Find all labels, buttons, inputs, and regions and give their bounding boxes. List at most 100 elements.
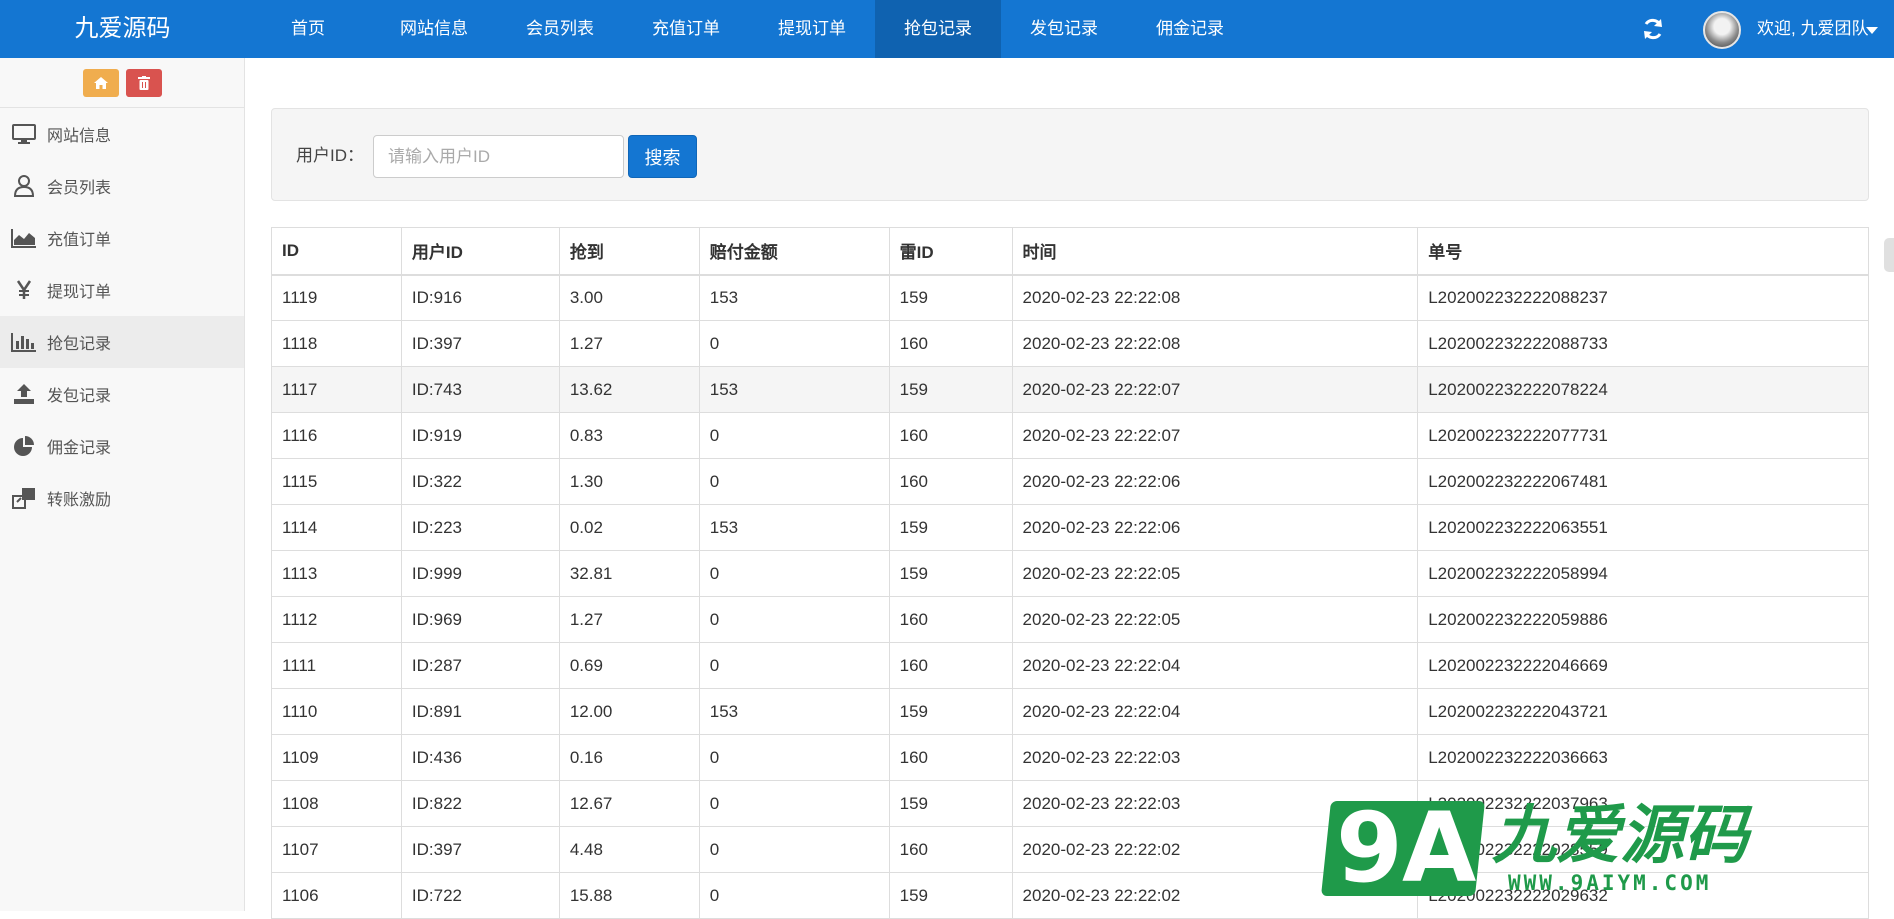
sidebar-item-label: 抢包记录 xyxy=(47,336,112,353)
cell-time: 2020-02-23 22:22:04 xyxy=(1011,642,1419,689)
cell-id: 1106 xyxy=(271,872,402,919)
cell-mine-id: 159 xyxy=(888,274,1013,321)
cell-compensation: 0 xyxy=(698,826,890,873)
cell-compensation: 153 xyxy=(698,366,890,413)
cell-time: 2020-02-23 22:22:07 xyxy=(1011,366,1419,413)
sidebar-item-members[interactable]: 会员列表 xyxy=(0,160,244,212)
sidebar-item-send-records[interactable]: 发包记录 xyxy=(0,368,244,420)
table-row: 1110 ID:891 12.00 153 159 2020-02-23 22:22:04… xyxy=(271,688,1869,735)
cell-mine-id: 159 xyxy=(888,780,1013,827)
cell-grabbed: 3.00 xyxy=(558,274,700,321)
cell-order-no: L202002232222063551 xyxy=(1417,504,1869,551)
cell-user-id: ID:743 xyxy=(400,366,560,413)
cell-id: 1112 xyxy=(271,596,402,643)
user-icon xyxy=(10,174,38,198)
cell-time: 2020-02-23 22:22:03 xyxy=(1011,734,1419,781)
sidebar-item-commission-records[interactable]: 佣金记录 xyxy=(0,420,244,472)
bar-chart-icon xyxy=(10,330,38,354)
cell-order-no: L202002232222067481 xyxy=(1417,458,1869,505)
user-id-search-input[interactable] xyxy=(373,135,624,178)
cell-compensation: 0 xyxy=(698,320,890,367)
monitor-icon xyxy=(10,122,38,146)
watermark-url: WWW.9AIYM.COM xyxy=(1508,871,1712,895)
cell-user-id: ID:891 xyxy=(400,688,560,735)
table-row: 1109 ID:436 0.16 0 160 2020-02-23 22:22:03 L20… xyxy=(271,734,1869,781)
nav-item-send-records[interactable]: 发包记录 xyxy=(1001,0,1127,58)
cell-order-no: L202002232222088237 xyxy=(1417,274,1869,321)
nav-item-withdraw-orders[interactable]: 提现订单 xyxy=(749,0,875,58)
nav-item-members[interactable]: 会员列表 xyxy=(497,0,623,58)
column-header-order-no: 单号 xyxy=(1417,227,1869,276)
cell-compensation: 153 xyxy=(698,688,890,735)
sidebar-item-withdraw-orders[interactable]: 提现订单 xyxy=(0,264,244,316)
cell-grabbed: 0.02 xyxy=(558,504,700,551)
brand-logo[interactable]: 九爱源码 xyxy=(0,0,245,58)
cell-user-id: ID:397 xyxy=(400,826,560,873)
cell-user-id: ID:322 xyxy=(400,458,560,505)
cell-order-no: L202002232222088733 xyxy=(1417,320,1869,367)
nav-item-grab-records[interactable]: 抢包记录 xyxy=(875,0,1001,58)
cell-time: 2020-02-23 22:22:06 xyxy=(1011,458,1419,505)
table-row: 1117 ID:743 13.62 153 159 2020-02-23 22:22:07… xyxy=(271,366,1869,413)
sidebar-shortcuts xyxy=(0,58,244,108)
column-header-mine-id: 雷ID xyxy=(888,227,1013,276)
watermark-mark-a: A xyxy=(1402,792,1477,904)
cell-grabbed: 12.00 xyxy=(558,688,700,735)
sidebar-item-site-info[interactable]: 网站信息 xyxy=(0,108,244,160)
table-header-row: ID 用户ID 抢到 赔付金额 雷ID 时间 单号 xyxy=(271,227,1869,276)
cell-id: 1114 xyxy=(271,504,402,551)
column-header-user-id: 用户ID xyxy=(400,227,560,276)
sidebar-item-label: 发包记录 xyxy=(47,388,112,405)
sidebar-item-label: 网站信息 xyxy=(47,128,112,145)
cell-grabbed: 1.30 xyxy=(558,458,700,505)
cell-order-no: L202002232222077731 xyxy=(1417,412,1869,459)
table-row: 1116 ID:919 0.83 0 160 2020-02-23 22:22:07 L20… xyxy=(271,412,1869,459)
cell-user-id: ID:999 xyxy=(400,550,560,597)
user-avatar[interactable] xyxy=(1703,11,1741,49)
nav-item-commission-records[interactable]: 佣金记录 xyxy=(1127,0,1253,58)
column-header-grabbed: 抢到 xyxy=(558,227,700,276)
sidebar-item-grab-records[interactable]: 抢包记录 xyxy=(0,316,244,368)
cell-mine-id: 160 xyxy=(888,596,1013,643)
cell-compensation: 0 xyxy=(698,872,890,919)
sidebar-item-label: 会员列表 xyxy=(47,180,112,197)
sidebar-item-label: 提现订单 xyxy=(47,284,112,301)
sidebar-item-recharge-orders[interactable]: 充值订单 xyxy=(0,212,244,264)
search-button[interactable]: 搜索 xyxy=(628,135,697,178)
cell-compensation: 153 xyxy=(698,274,890,321)
scrollbar-thumb[interactable] xyxy=(1884,238,1894,272)
cell-grabbed: 0.69 xyxy=(558,642,700,689)
watermark-name: 九爱源码 xyxy=(1492,799,1748,871)
sidebar-item-label: 转账激励 xyxy=(47,492,112,509)
cell-compensation: 0 xyxy=(698,550,890,597)
table-row: 1111 ID:287 0.69 0 160 2020-02-23 22:22:04 L20… xyxy=(271,642,1869,689)
cell-compensation: 0 xyxy=(698,596,890,643)
cell-user-id: ID:223 xyxy=(400,504,560,551)
nav-item-home[interactable]: 首页 xyxy=(245,0,371,58)
cell-mine-id: 160 xyxy=(888,458,1013,505)
transfer-icon xyxy=(10,486,38,510)
table-row: 1119 ID:916 3.00 153 159 2020-02-23 22:22:08 L… xyxy=(271,274,1869,321)
nav-item-recharge-orders[interactable]: 充值订单 xyxy=(623,0,749,58)
cell-user-id: ID:436 xyxy=(400,734,560,781)
cell-id: 1109 xyxy=(271,734,402,781)
refresh-icon[interactable] xyxy=(1640,16,1666,42)
cell-grabbed: 1.27 xyxy=(558,320,700,367)
sidebar-item-transfer-incentive[interactable]: 转账激励 xyxy=(0,472,244,524)
home-shortcut-button[interactable] xyxy=(82,68,119,97)
cell-order-no: L202002232222046669 xyxy=(1417,642,1869,689)
yen-icon xyxy=(10,278,38,302)
cell-id: 1117 xyxy=(271,366,402,413)
cell-compensation: 0 xyxy=(698,642,890,689)
cell-mine-id: 159 xyxy=(888,504,1013,551)
sidebar: 网站信息 会员列表 充值订单 提现订单 抢包记录 发包记录 佣金记录 转账激励 xyxy=(0,58,245,911)
cell-id: 1119 xyxy=(271,274,402,321)
cell-user-id: ID:916 xyxy=(400,274,560,321)
trash-icon xyxy=(137,75,150,90)
cell-id: 1116 xyxy=(271,412,402,459)
nav-item-site-info[interactable]: 网站信息 xyxy=(371,0,497,58)
chevron-down-icon[interactable] xyxy=(1866,27,1878,34)
welcome-user-menu[interactable]: 欢迎, 九爱团队 xyxy=(1757,0,1868,58)
delete-shortcut-button[interactable] xyxy=(125,68,162,97)
area-chart-icon xyxy=(10,226,38,250)
